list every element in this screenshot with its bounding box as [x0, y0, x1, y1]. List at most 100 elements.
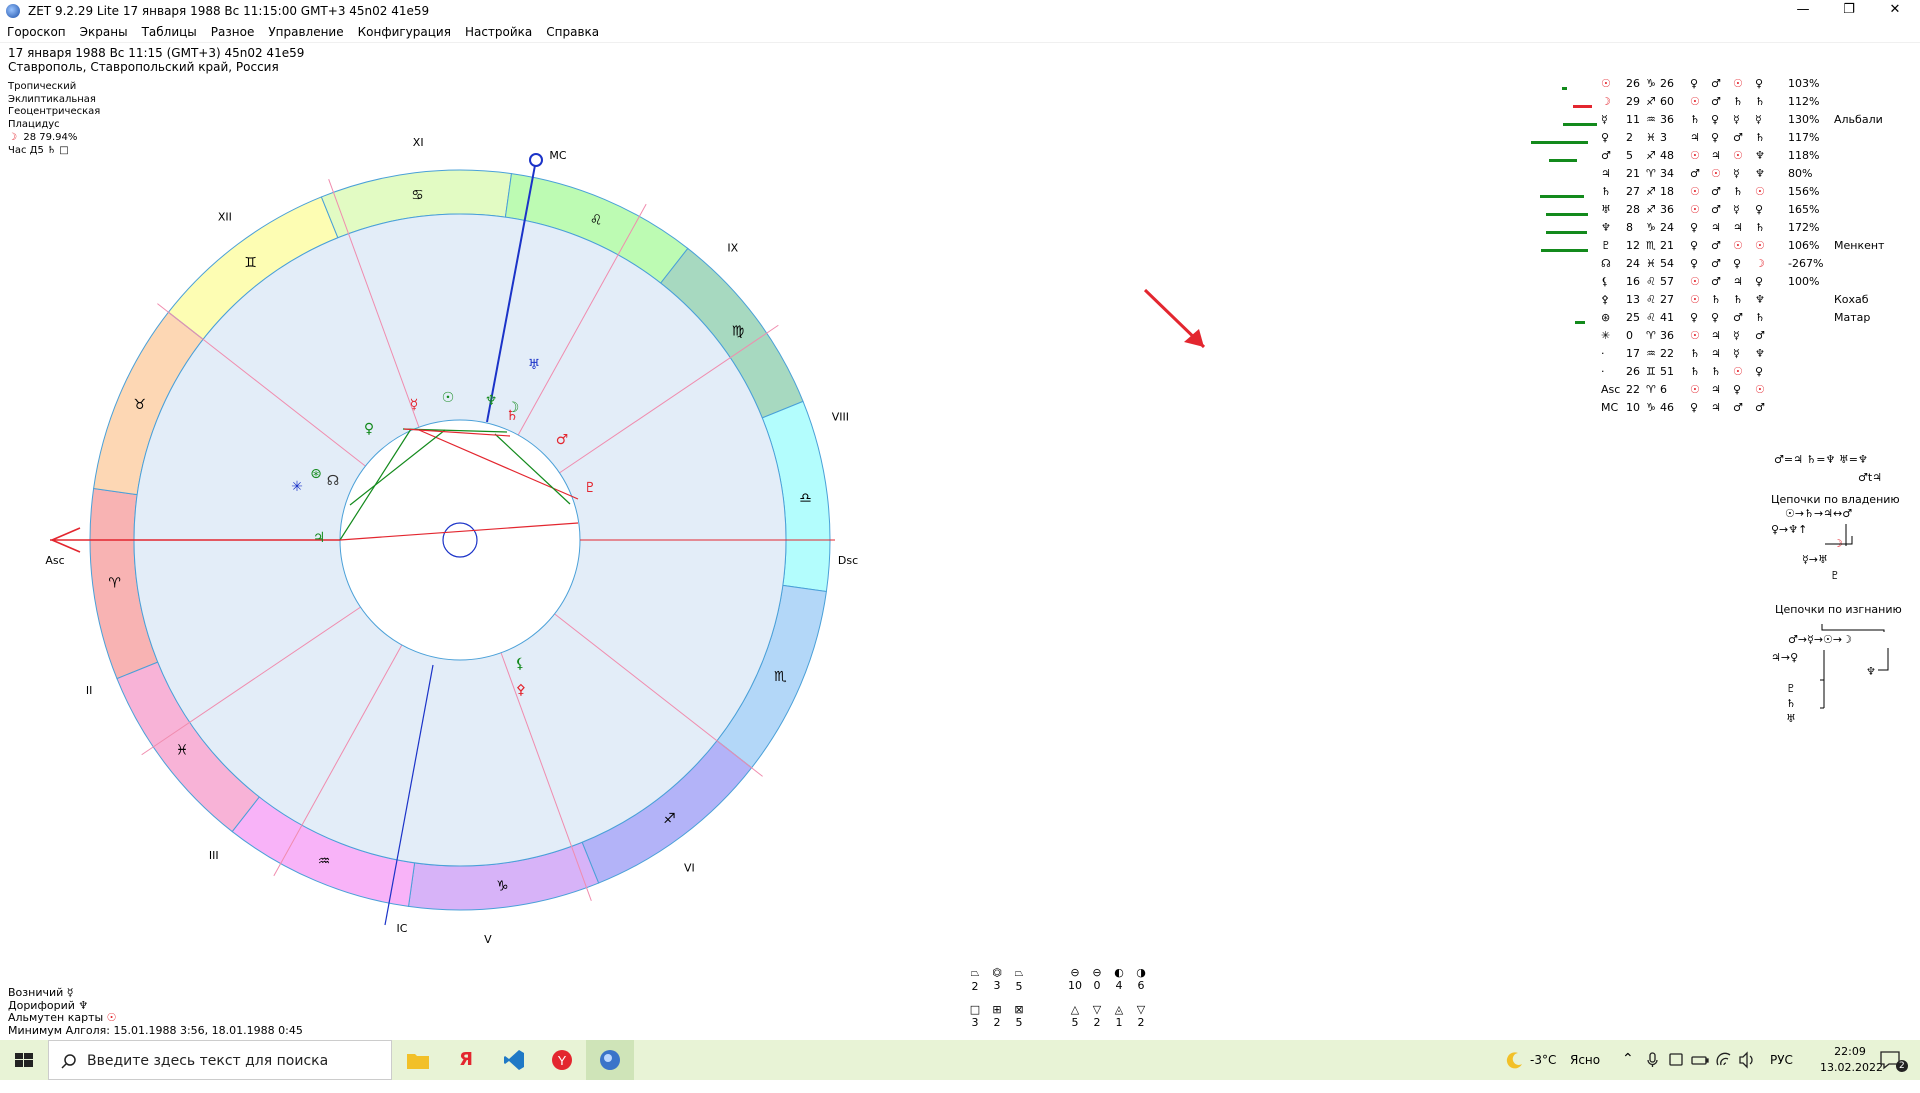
table-cell-d: 13 [1626, 293, 1640, 306]
element-icon: ◐ [1114, 966, 1124, 979]
chart-location: Ставрополь, Ставропольский край, Россия [8, 60, 279, 74]
aspect-formula-1: ♂=♃ ♄=♆ ♅=♆ [1774, 453, 1868, 466]
strength-bar [1546, 213, 1588, 216]
strength-bar [1562, 87, 1567, 90]
table-cell-a: ☉ [1690, 203, 1700, 216]
sign-glyph: ♑ [496, 878, 509, 894]
chevron-up-icon[interactable]: ⌃ [1622, 1051, 1634, 1091]
table-cell-c: ♀ [1733, 383, 1742, 396]
table-cell-b: ☉ [1711, 167, 1721, 180]
planet-glyph[interactable]: ☉ [442, 390, 455, 406]
table-cell-e: ♆ [1755, 149, 1765, 162]
menu-control[interactable]: Управление [261, 22, 350, 40]
table-cell-c: ☿ [1733, 347, 1740, 360]
table-cell-d: 21 [1626, 167, 1640, 180]
planet-glyph[interactable]: ♆ [485, 393, 498, 409]
table-cell-b: ♂ [1711, 257, 1721, 270]
menu-help[interactable]: Справка [539, 22, 606, 40]
table-cell-e: ☉ [1755, 383, 1765, 396]
yandex-browser-app[interactable]: Y [538, 1040, 586, 1080]
svg-text:Y: Y [558, 1053, 567, 1068]
element-count-value: 10 [1068, 979, 1082, 992]
sign-glyph: ♎ [799, 491, 812, 507]
planet-glyph[interactable]: ⚴ [516, 682, 526, 698]
table-cell-a: ☉ [1690, 275, 1700, 288]
table-cell-b: ♂ [1711, 275, 1721, 288]
strength-bar [1563, 123, 1597, 126]
taskbar-search[interactable]: Введите здесь текст для поиска [48, 1040, 392, 1080]
planet-glyph[interactable]: ♇ [584, 480, 597, 496]
planet-glyph[interactable]: ☊ [327, 473, 339, 489]
table-cell-c: ☉ [1733, 239, 1743, 252]
weather-text[interactable]: Ясно [1570, 1053, 1600, 1093]
restore-button[interactable]: ❐ [1826, 0, 1872, 22]
menu-configuration[interactable]: Конфигурация [351, 22, 458, 40]
earth-circle [442, 522, 478, 558]
sign-glyph: ♐ [663, 811, 676, 827]
microphone-icon [1649, 1052, 1656, 1063]
table-cell-g: · [1601, 347, 1605, 360]
element-count-value: 6 [1137, 979, 1145, 992]
planet-glyph[interactable]: ♄ [506, 408, 519, 424]
close-button[interactable]: ✕ [1872, 0, 1918, 22]
table-cell-p: 106% [1788, 239, 1820, 252]
table-cell-e: ♆ [1755, 293, 1765, 306]
planet-glyph[interactable]: ♃ [313, 530, 326, 546]
table-cell-m: 34 [1660, 167, 1674, 180]
yandex-app[interactable]: Я [442, 1040, 490, 1080]
file-explorer-app[interactable] [394, 1040, 442, 1080]
planet-glyph[interactable]: ☿ [410, 397, 419, 413]
table-cell-m: 36 [1660, 113, 1674, 126]
minimize-button[interactable]: — [1780, 0, 1826, 22]
table-cell-s: ♒ [1646, 347, 1656, 360]
table-cell-c: ♂ [1733, 131, 1743, 144]
table-cell-c: ♄ [1733, 95, 1743, 108]
weather-temp[interactable]: -3°C [1530, 1053, 1556, 1093]
element-count: ⏢ 5 [1008, 966, 1030, 993]
table-cell-b: ♃ [1711, 383, 1721, 396]
table-cell-m: 6 [1660, 383, 1667, 396]
element-count-value: 2 [1137, 1016, 1145, 1029]
table-cell-b: ♂ [1711, 77, 1721, 90]
table-cell-g: ☊ [1601, 257, 1611, 270]
window-title: ZET 9.2.29 Lite 17 января 1988 Вс 11:15:… [28, 4, 430, 18]
menu-misc[interactable]: Разное [204, 22, 262, 40]
planet-glyph[interactable]: ✳ [291, 479, 303, 495]
table-cell-s: ♈ [1646, 167, 1656, 180]
table-cell-b: ♃ [1711, 221, 1721, 234]
menu-bar: Гороскоп Экраны Таблицы Разное Управление Кон… [0, 22, 1920, 43]
planet-glyph[interactable]: ♂ [556, 432, 569, 448]
table-cell-m: 54 [1660, 257, 1674, 270]
strength-bar [1531, 141, 1588, 144]
language-indicator[interactable]: РУС [1770, 1053, 1793, 1093]
table-cell-e: ♆ [1755, 167, 1765, 180]
zet-app[interactable] [586, 1040, 634, 1080]
start-button[interactable] [0, 1040, 48, 1080]
center-type: Геоцентрическая [8, 106, 101, 118]
table-cell-a: ☉ [1690, 95, 1700, 108]
sign-glyph: ♍ [732, 324, 745, 340]
table-cell-m: 60 [1660, 95, 1674, 108]
table-cell-d: 26 [1626, 77, 1640, 90]
element-count-value: 4 [1115, 979, 1123, 992]
clock[interactable]: 22:09 13.02.2022 [1820, 1044, 1883, 1084]
horoscope-wheel[interactable]: ♈♉♊♋♌♍♎♏♐♑♒♓ ☉☽☿♀♂♃♄♅♆♇☊⊛✳⚸⚴ IIIIIVVIVII… [0, 130, 880, 950]
table-cell-c: ☿ [1733, 203, 1740, 216]
planet-glyph[interactable]: ⚸ [515, 656, 525, 672]
menu-screens[interactable]: Экраны [73, 22, 135, 40]
planet-glyph[interactable]: ♀ [364, 421, 374, 437]
menu-tables[interactable]: Таблицы [135, 22, 204, 40]
table-cell-s: ♐ [1646, 203, 1656, 216]
table-cell-a: ♀ [1690, 257, 1699, 270]
element-count-value: 3 [971, 1016, 979, 1029]
element-icon: □ [969, 1003, 981, 1016]
menu-horoscope[interactable]: Гороскоп [0, 22, 73, 40]
chart-header: 17 января 1988 Вс 11:15 (GMT+3) 45n02 41… [8, 46, 304, 74]
table-cell-s: ♑ [1646, 401, 1656, 414]
vscode-app[interactable] [490, 1040, 538, 1080]
table-cell-g: ✳ [1601, 329, 1611, 342]
planet-glyph[interactable]: ⊛ [310, 466, 322, 482]
planet-glyph[interactable]: ♅ [528, 357, 541, 373]
sun-icon: ☉ [106, 1011, 117, 1024]
menu-settings[interactable]: Настройка [458, 22, 539, 40]
